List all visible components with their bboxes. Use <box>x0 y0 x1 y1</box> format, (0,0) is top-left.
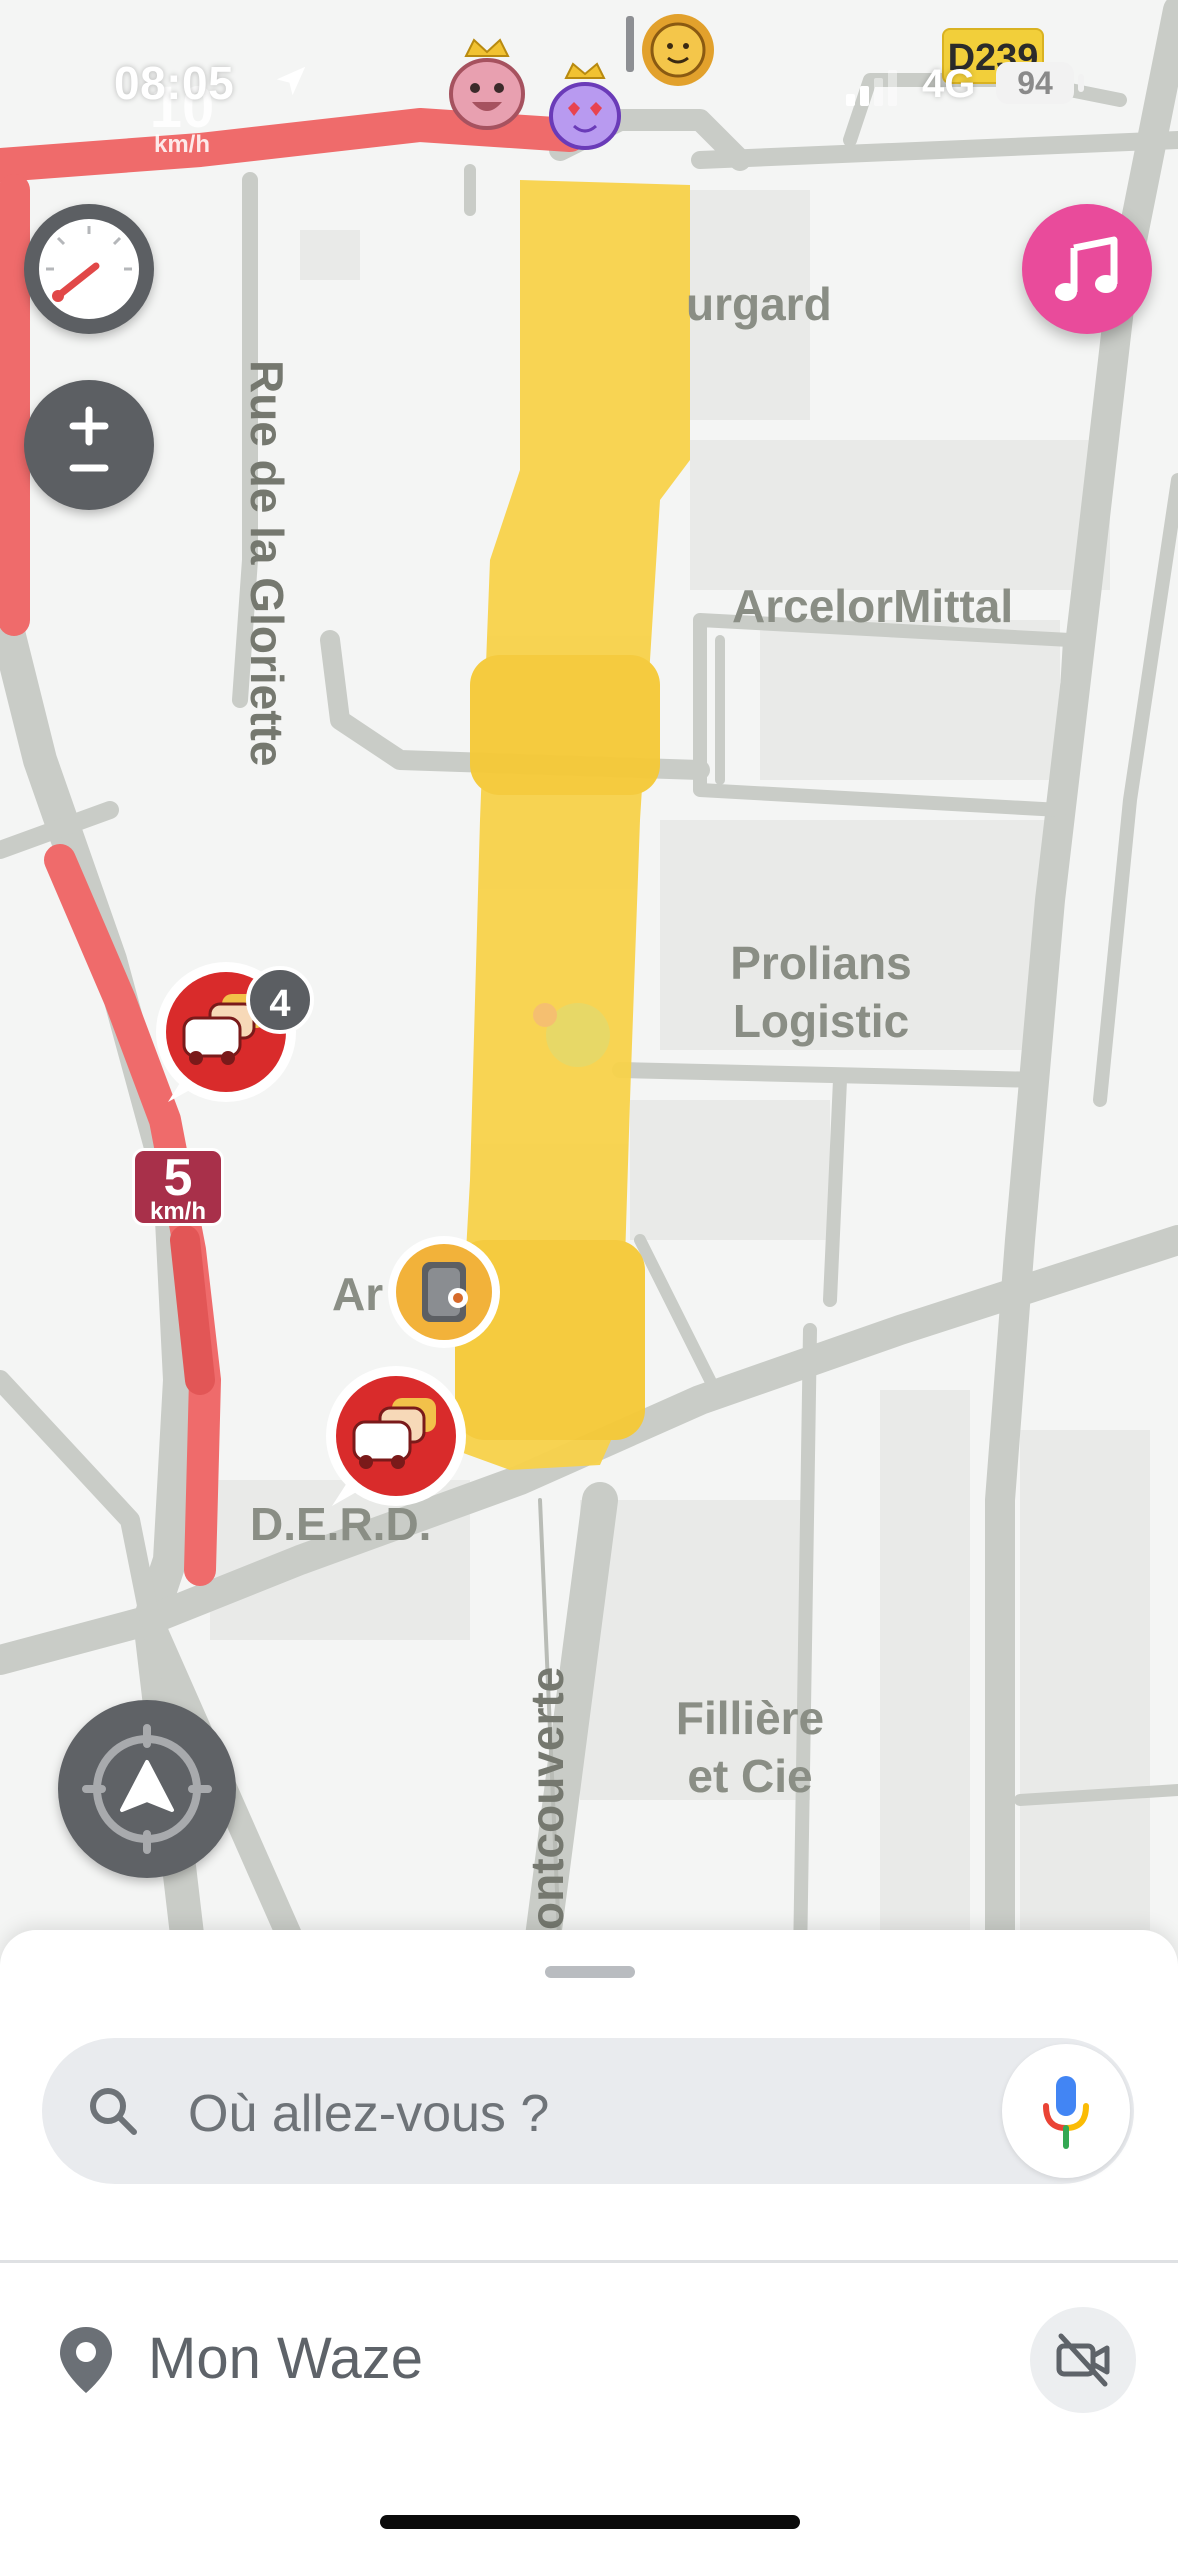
status-time: 08:05 <box>114 57 235 109</box>
network-type: 4G <box>922 62 976 106</box>
voice-search-button[interactable] <box>1002 2044 1130 2178</box>
traffic-jam-report-icon-2[interactable] <box>318 1364 468 1514</box>
wazer-avatar-pink-icon[interactable] <box>444 36 530 136</box>
map-view[interactable]: 10 km/h D239 08:05 4G 94 urgard ArcelorM… <box>0 0 1178 1960</box>
street-label-montcouverte: ontcouverte <box>521 1666 573 1930</box>
place-label-prolians-line1: Prolians <box>730 937 912 989</box>
zoom-button[interactable] <box>24 380 154 510</box>
place-label-filliere: Fillière et Cie <box>660 1690 840 1805</box>
search-placeholder[interactable]: Où allez-vous ? <box>188 2084 549 2144</box>
my-waze-row[interactable]: Mon Waze <box>0 2263 1178 2556</box>
signal-bars-icon <box>846 70 897 106</box>
speedometer-icon <box>39 219 139 319</box>
camera-off-icon <box>1056 2333 1110 2387</box>
search-icon <box>90 2088 137 2135</box>
place-label-burgard: urgard <box>686 278 832 330</box>
battery-indicator: 94 <box>996 62 1074 104</box>
music-note-icon <box>1055 236 1118 301</box>
place-label-prolians-line2: Logistic <box>732 994 910 1047</box>
home-indicator[interactable] <box>380 2515 800 2529</box>
traffic-speed-value: 5 <box>163 1149 193 1207</box>
place-label-filliere-line2: et Cie <box>687 1749 813 1802</box>
place-label-ar: Ar <box>332 1268 384 1320</box>
speedometer-button[interactable] <box>24 204 154 334</box>
battery-tip <box>1078 74 1084 92</box>
camera-off-button[interactable] <box>1030 2307 1136 2413</box>
place-label-arcelormittal: ArcelorMittal <box>732 580 1014 632</box>
street-label-gloriette: Rue de la Gloriette <box>241 360 293 767</box>
search-bar[interactable]: Où allez-vous ? <box>42 2038 1134 2184</box>
bottom-sheet[interactable]: Où allez-vous ? <box>0 1930 1178 2260</box>
place-label-prolians: Prolians Logistic <box>706 935 936 1050</box>
sheet-grabber[interactable] <box>545 1966 635 1978</box>
microphone-icon <box>1043 2076 1089 2149</box>
traffic-speed-sign: 5 km/h <box>132 1148 224 1226</box>
location-pin-icon <box>60 2327 112 2393</box>
speed-camera-icon[interactable] <box>384 1232 504 1352</box>
wazer-avatar-sun-icon[interactable] <box>612 6 722 96</box>
recenter-button[interactable] <box>58 1700 236 1878</box>
jam-count-badge: 4 <box>246 966 314 1034</box>
location-arrow-icon <box>276 66 306 96</box>
my-waze-label[interactable]: Mon Waze <box>148 2325 423 2392</box>
recenter-icon <box>82 1724 212 1854</box>
zoom-in-out-icon <box>69 406 109 472</box>
music-button[interactable] <box>1022 204 1152 334</box>
traffic-speed-unit: km/h <box>149 1198 206 1225</box>
place-label-filliere-line1: Fillière <box>675 1692 825 1744</box>
